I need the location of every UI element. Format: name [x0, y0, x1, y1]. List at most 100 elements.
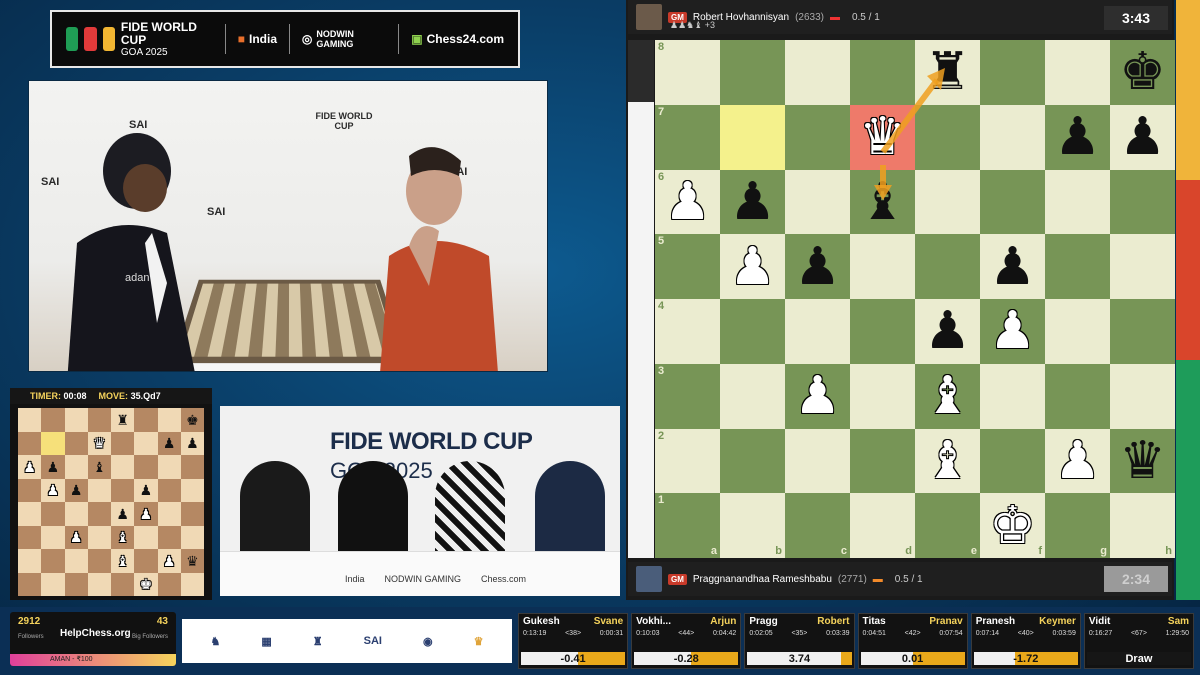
- match-card[interactable]: Titas Pranav 0:04:51 <42> 0:07:54 0.01: [857, 613, 968, 669]
- square-d4[interactable]: [850, 299, 915, 364]
- black-pawn-icon[interactable]: ♟: [989, 241, 1036, 293]
- square-a3[interactable]: 3: [655, 363, 720, 429]
- square-d2[interactable]: [850, 428, 915, 494]
- square-g6[interactable]: [1045, 169, 1110, 235]
- square-f1[interactable]: f ♚: [980, 493, 1045, 558]
- white-pawn-icon[interactable]: ♟: [729, 241, 776, 293]
- square-b1[interactable]: b: [720, 493, 785, 558]
- square-f8[interactable]: [980, 40, 1045, 105]
- match-card[interactable]: Vidit Sam 0:16:27 <67> 1:29:50 Draw: [1083, 613, 1195, 669]
- square-g2[interactable]: ♟: [1045, 428, 1110, 494]
- square-f5[interactable]: ♟: [980, 234, 1045, 299]
- square-e3[interactable]: ♝: [915, 363, 980, 429]
- match-card[interactable]: Pragg Robert 0:02:05 <35> 0:03:39 3.74: [744, 613, 855, 669]
- square-a6[interactable]: 6 ♟: [655, 169, 720, 235]
- white-pawn-icon[interactable]: ♟: [794, 370, 841, 422]
- square-e6[interactable]: [915, 169, 980, 235]
- square-f3[interactable]: [980, 363, 1045, 429]
- square-d6[interactable]: ♝: [850, 169, 915, 235]
- black-rook-icon[interactable]: ♜: [924, 46, 971, 98]
- mini-square-f1: ♚: [134, 572, 158, 596]
- mini-square-d7: ♛: [87, 431, 111, 455]
- square-f7[interactable]: [980, 104, 1045, 170]
- black-pawn-icon[interactable]: ♟: [729, 176, 776, 228]
- mini-square-a5: [18, 478, 42, 502]
- white-clock: 0:04:51: [862, 630, 886, 637]
- square-g8[interactable]: [1045, 40, 1110, 105]
- square-e8[interactable]: ♜: [915, 40, 980, 105]
- square-a5[interactable]: 5: [655, 234, 720, 299]
- black-bishop-icon[interactable]: ♝: [859, 176, 906, 228]
- square-g7[interactable]: ♟: [1045, 104, 1110, 170]
- square-g4[interactable]: [1045, 299, 1110, 364]
- square-b7[interactable]: [720, 104, 785, 170]
- match-card[interactable]: Pranesh Keymer 0:07:14 <40> 0:03:59 -1.72: [970, 613, 1081, 669]
- mini-square-g6: [157, 455, 181, 479]
- square-h7[interactable]: ♟: [1110, 104, 1175, 170]
- white-pawn-icon[interactable]: ♟: [989, 305, 1036, 357]
- square-d5[interactable]: [850, 234, 915, 299]
- white-pawn-icon[interactable]: ♟: [1054, 435, 1101, 487]
- square-e1[interactable]: e: [915, 493, 980, 558]
- square-c1[interactable]: c: [785, 493, 850, 558]
- match-card[interactable]: Vokhi... Arjun 0:10:03 <44> 0:04:42 -0.28: [631, 613, 742, 669]
- black-pawn-icon[interactable]: ♟: [924, 305, 971, 357]
- black-pawn-icon[interactable]: ♟: [1054, 111, 1101, 163]
- square-d1[interactable]: d: [850, 493, 915, 558]
- white-bishop-icon[interactable]: ♝: [924, 435, 971, 487]
- square-b8[interactable]: [720, 40, 785, 105]
- square-g5[interactable]: [1045, 234, 1110, 299]
- square-c3[interactable]: ♟: [785, 363, 850, 429]
- square-f2[interactable]: [980, 428, 1045, 494]
- square-a4[interactable]: 4: [655, 299, 720, 364]
- square-h1[interactable]: h: [1110, 493, 1175, 558]
- white-queen-icon[interactable]: ♛: [859, 111, 906, 163]
- rank-label: 6: [658, 170, 665, 183]
- square-h4[interactable]: [1110, 299, 1175, 364]
- square-g3[interactable]: [1045, 363, 1110, 429]
- black-king-icon[interactable]: ♚: [1119, 46, 1166, 98]
- square-b2[interactable]: [720, 428, 785, 494]
- square-e2[interactable]: ♝: [915, 428, 980, 494]
- square-e4[interactable]: ♟: [915, 299, 980, 364]
- square-h6[interactable]: [1110, 169, 1175, 235]
- black-pawn-icon[interactable]: ♟: [1119, 111, 1166, 163]
- match-card[interactable]: Gukesh Svane 0:13:19 <38> 0:00:31 -0.41: [518, 613, 629, 669]
- square-b5[interactable]: ♟: [720, 234, 785, 299]
- square-a2[interactable]: 2: [655, 428, 720, 494]
- square-f6[interactable]: [980, 169, 1045, 235]
- white-king-icon[interactable]: ♚: [989, 500, 1036, 552]
- square-c4[interactable]: [785, 299, 850, 364]
- square-a7[interactable]: 7: [655, 104, 720, 170]
- square-e5[interactable]: [915, 234, 980, 299]
- big-followers-count: 43: [156, 616, 168, 627]
- square-h5[interactable]: [1110, 234, 1175, 299]
- match-eval: -1.72: [973, 652, 1078, 665]
- square-h8[interactable]: ♚: [1110, 40, 1175, 105]
- white-bishop-icon[interactable]: ♝: [924, 370, 971, 422]
- black-queen-icon[interactable]: ♛: [1119, 435, 1166, 487]
- square-c2[interactable]: [785, 428, 850, 494]
- black-pawn-icon[interactable]: ♟: [794, 241, 841, 293]
- mini-square-a8: [18, 408, 42, 432]
- square-c7[interactable]: [785, 104, 850, 170]
- square-d3[interactable]: [850, 363, 915, 429]
- square-e7[interactable]: [915, 104, 980, 170]
- square-g1[interactable]: g: [1045, 493, 1110, 558]
- commentator: [240, 461, 310, 556]
- square-d8[interactable]: [850, 40, 915, 105]
- square-d7[interactable]: ♛: [850, 104, 915, 170]
- white-pawn-icon[interactable]: ♟: [664, 176, 711, 228]
- square-c8[interactable]: [785, 40, 850, 105]
- square-c5[interactable]: ♟: [785, 234, 850, 299]
- match-players: Vidit Sam: [1089, 616, 1189, 627]
- square-f4[interactable]: ♟: [980, 299, 1045, 364]
- square-a8[interactable]: 8: [655, 40, 720, 105]
- square-c6[interactable]: [785, 169, 850, 235]
- square-b4[interactable]: [720, 299, 785, 364]
- square-h3[interactable]: [1110, 363, 1175, 429]
- square-b3[interactable]: [720, 363, 785, 429]
- square-h2[interactable]: ♛: [1110, 428, 1175, 494]
- square-a1[interactable]: 1a: [655, 493, 720, 558]
- square-b6[interactable]: ♟: [720, 169, 785, 235]
